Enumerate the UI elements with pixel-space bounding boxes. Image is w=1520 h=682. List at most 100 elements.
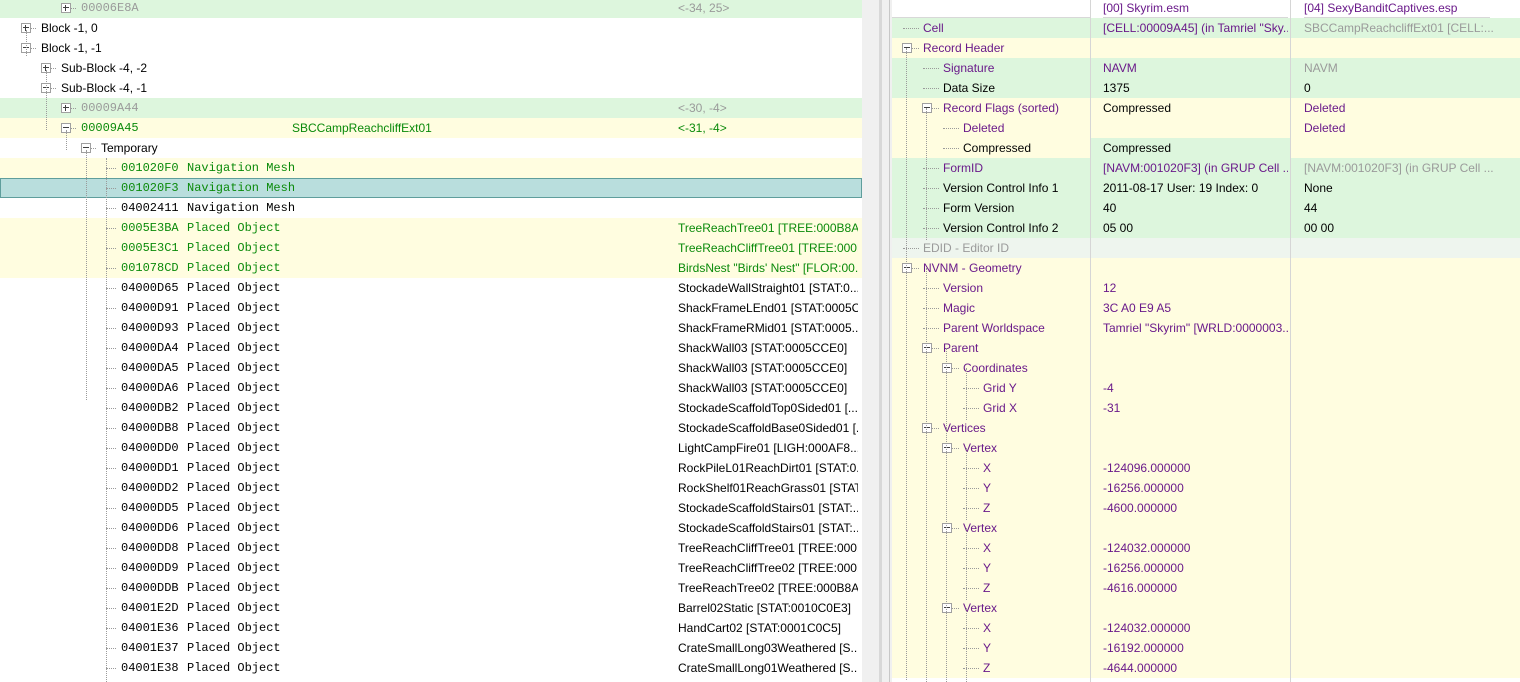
record-field-row[interactable]: Magic 3C A0 E9 A5 <box>892 298 1520 318</box>
tree-record-row[interactable]: 04000DB8 Placed Object StockadeScaffoldBas… <box>0 418 862 438</box>
tree-record-row[interactable]: 04000DDB Placed Object TreeReachTree02 [TR… <box>0 578 862 598</box>
tree-record-row[interactable]: 00006E8A <-34, 25> <box>0 0 862 18</box>
value-skyrim-esm[interactable]: Compressed <box>1091 138 1290 158</box>
record-field-row[interactable]: Version 12 <box>892 278 1520 298</box>
value-skyrim-esm[interactable]: [NAVM:001020F3] (in GRUP Cell ... <box>1103 158 1288 178</box>
value-skyrim-esm[interactable]: -124032.000000 <box>1103 618 1288 638</box>
value-plugin-esp[interactable]: [NAVM:001020F3] (in GRUP Cell ... <box>1304 158 1494 178</box>
collapse-icon[interactable] <box>922 103 932 113</box>
value-skyrim-esm[interactable]: [CELL:00009A45] (in Tamriel "Sky... <box>1103 18 1288 38</box>
record-view-panel[interactable]: [00] Skyrim.esm [04] SexyBanditCaptives.… <box>892 0 1520 682</box>
tree-record-row[interactable]: 04000D65 Placed Object StockadeWallStraigh… <box>0 278 862 298</box>
panel-splitter[interactable] <box>862 0 892 682</box>
value-plugin-esp[interactable]: 00 00 <box>1304 218 1494 238</box>
tree-node[interactable]: Block -1, -1 <box>0 38 862 58</box>
value-plugin-esp[interactable]: 44 <box>1304 198 1494 218</box>
tree-record-row[interactable]: 04000DD9 Placed Object TreeReachCliffTree0… <box>0 558 862 578</box>
value-skyrim-esm[interactable]: -16192.000000 <box>1103 638 1288 658</box>
collapse-icon[interactable] <box>902 263 912 273</box>
value-plugin-esp[interactable]: Deleted <box>1304 118 1494 138</box>
column-header-skyrim-esm[interactable]: [00] Skyrim.esm <box>1103 0 1288 18</box>
column-divider[interactable] <box>1290 0 1291 682</box>
value-skyrim-esm[interactable]: -124032.000000 <box>1103 538 1288 558</box>
record-field-row[interactable]: Z -4616.000000 <box>892 578 1520 598</box>
column-divider[interactable] <box>1090 0 1091 682</box>
tree-record-row[interactable]: 04001E36 Placed Object HandCart02 [STAT:00… <box>0 618 862 638</box>
collapse-icon[interactable] <box>922 423 932 433</box>
value-skyrim-esm[interactable]: 1375 <box>1103 78 1288 98</box>
tree-record-row[interactable]: 00009A45 SBCCampReachcliffExt01 <-31, -4> <box>0 118 862 138</box>
splitter-grip[interactable] <box>879 0 882 682</box>
record-field-row[interactable]: Deleted Deleted <box>892 118 1520 138</box>
record-field-row[interactable]: Parent <box>892 338 1520 358</box>
record-field-row[interactable]: Z -4644.000000 <box>892 658 1520 678</box>
record-field-row[interactable]: Cell [CELL:00009A45] (in Tamriel "Sky... S… <box>892 18 1520 38</box>
value-skyrim-esm[interactable]: -124096.000000 <box>1103 458 1288 478</box>
value-skyrim-esm[interactable]: -4 <box>1103 378 1288 398</box>
tree-record-row[interactable]: 04001E37 Placed Object CrateSmallLong03Wea… <box>0 638 862 658</box>
value-skyrim-esm[interactable]: -31 <box>1103 398 1288 418</box>
record-field-row[interactable]: Y -16192.000000 <box>892 638 1520 658</box>
tree-record-row[interactable]: 04001E2D Placed Object Barrel02Static [STA… <box>0 598 862 618</box>
tree-record-row[interactable]: 04000DA6 Placed Object ShackWall03 [STAT:0… <box>0 378 862 398</box>
record-field-row[interactable]: Grid X -31 <box>892 398 1520 418</box>
record-field-row[interactable]: X -124096.000000 <box>892 458 1520 478</box>
tree-record-row[interactable]: 04002411 Navigation Mesh <box>0 198 862 218</box>
record-field-row[interactable]: Parent Worldspace Tamriel "Skyrim" [WRLD:… <box>892 318 1520 338</box>
record-field-row[interactable]: Signature NAVM NAVM <box>892 58 1520 78</box>
record-field-row[interactable]: Vertex <box>892 598 1520 618</box>
tree-record-row[interactable]: 04000DA4 Placed Object ShackWall03 [STAT:0… <box>0 338 862 358</box>
record-field-row[interactable]: Compressed Compressed <box>892 138 1520 158</box>
value-skyrim-esm[interactable]: -16256.000000 <box>1103 558 1288 578</box>
value-plugin-esp[interactable]: 0 <box>1304 78 1494 98</box>
tree-node[interactable]: Temporary <box>0 138 862 158</box>
record-field-row[interactable]: Z -4600.000000 <box>892 498 1520 518</box>
record-field-row[interactable]: Vertex <box>892 518 1520 538</box>
record-field-row[interactable]: FormID [NAVM:001020F3] (in GRUP Cell ... [… <box>892 158 1520 178</box>
column-header-field[interactable] <box>892 0 1090 18</box>
tree-record-row[interactable]: 00009A44 <-30, -4> <box>0 98 862 118</box>
tree-record-row[interactable]: 0005E3C1 Placed Object TreeReachCliffTree0… <box>0 238 862 258</box>
column-header-plugin-esp[interactable]: [04] SexyBanditCaptives.esp <box>1304 0 1490 18</box>
tree-record-row[interactable]: 001020F3 Navigation Mesh <box>0 178 862 198</box>
collapse-icon[interactable] <box>942 603 952 613</box>
record-field-row[interactable]: Record Flags (sorted) Compressed Deleted <box>892 98 1520 118</box>
record-field-row[interactable]: Version Control Info 1 2011-08-17 User: 1… <box>892 178 1520 198</box>
value-plugin-esp[interactable]: NAVM <box>1304 58 1494 78</box>
value-skyrim-esm[interactable]: 05 00 <box>1103 218 1288 238</box>
expand-icon[interactable] <box>61 3 71 13</box>
tree-record-row[interactable]: 0005E3BA Placed Object TreeReachTree01 [TR… <box>0 218 862 238</box>
value-skyrim-esm[interactable]: 3C A0 E9 A5 <box>1103 298 1288 318</box>
tree-record-row[interactable]: 001078CD Placed Object BirdsNest "Birds' N… <box>0 258 862 278</box>
value-skyrim-esm[interactable]: Tamriel "Skyrim" [WRLD:0000003... <box>1103 318 1288 338</box>
record-field-row[interactable]: Data Size 1375 0 <box>892 78 1520 98</box>
value-skyrim-esm[interactable]: -16256.000000 <box>1103 478 1288 498</box>
record-field-row[interactable]: Record Header <box>892 38 1520 58</box>
value-plugin-esp[interactable]: SBCCampReachcliffExt01 [CELL:... <box>1304 18 1494 38</box>
collapse-icon[interactable] <box>942 363 952 373</box>
value-skyrim-esm[interactable]: Compressed <box>1103 98 1288 118</box>
collapse-icon[interactable] <box>922 343 932 353</box>
collapse-icon[interactable] <box>942 443 952 453</box>
value-skyrim-esm[interactable]: 12 <box>1103 278 1288 298</box>
value-plugin-esp[interactable]: None <box>1304 178 1494 198</box>
record-field-row[interactable]: Vertex <box>892 438 1520 458</box>
tree-record-row[interactable]: 04000DD5 Placed Object StockadeScaffoldSta… <box>0 498 862 518</box>
value-skyrim-esm[interactable]: -4644.000000 <box>1103 658 1288 678</box>
value-plugin-esp[interactable]: Deleted <box>1304 98 1494 118</box>
value-skyrim-esm[interactable]: 40 <box>1103 198 1288 218</box>
tree-record-row[interactable]: 04000DB2 Placed Object StockadeScaffoldTop… <box>0 398 862 418</box>
record-field-row[interactable]: X -124032.000000 <box>892 618 1520 638</box>
record-field-row[interactable]: Y -16256.000000 <box>892 558 1520 578</box>
tree-record-row[interactable]: 04000DA5 Placed Object ShackWall03 [STAT:0… <box>0 358 862 378</box>
record-field-row[interactable]: Form Version 40 44 <box>892 198 1520 218</box>
tree-record-row[interactable]: 04000DD1 Placed Object RockPileL01ReachDir… <box>0 458 862 478</box>
record-field-row[interactable]: Vertices <box>892 418 1520 438</box>
value-skyrim-esm[interactable]: 2011-08-17 User: 19 Index: 0 <box>1103 178 1288 198</box>
value-skyrim-esm[interactable]: -4600.000000 <box>1103 498 1288 518</box>
record-field-row[interactable]: Y -16256.000000 <box>892 478 1520 498</box>
record-tree-panel[interactable]: 00006E8A <-34, 25> Block -1, 0 Block -1, -1… <box>0 0 862 682</box>
tree-record-row[interactable]: 04000D91 Placed Object ShackFrameLEnd01 [S… <box>0 298 862 318</box>
tree-record-row[interactable]: 04001E38 Placed Object CrateSmallLong01Wea… <box>0 658 862 678</box>
record-field-row[interactable]: Grid Y -4 <box>892 378 1520 398</box>
